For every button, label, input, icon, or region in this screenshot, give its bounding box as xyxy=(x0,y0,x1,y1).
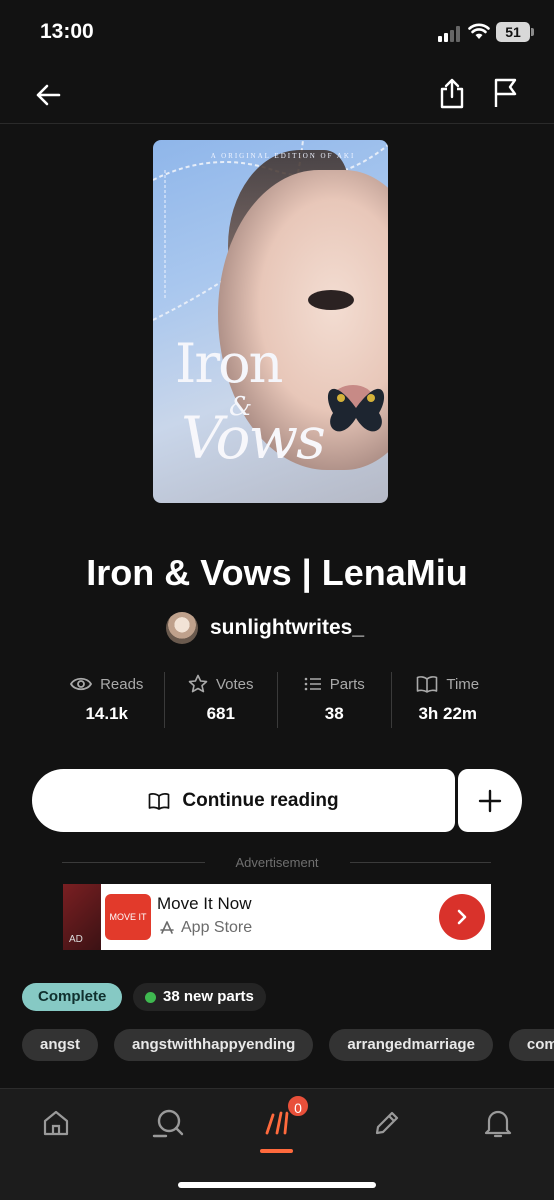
stat-value: 38 xyxy=(324,704,344,723)
status-bar: 13:00 51 xyxy=(0,0,554,66)
advertisement-label: Advertisement xyxy=(235,855,319,870)
cellular-signal-icon xyxy=(438,26,460,42)
cover-title-line1: Iron xyxy=(175,332,283,395)
eye-icon xyxy=(70,677,93,691)
home-indicator[interactable] xyxy=(178,1182,376,1188)
star-icon xyxy=(188,674,208,693)
cover-side-text-decoration xyxy=(164,170,166,300)
bell-icon xyxy=(484,1110,512,1138)
top-navigation xyxy=(0,66,554,124)
plus-icon xyxy=(478,789,502,812)
author-avatar[interactable] xyxy=(166,612,198,644)
ad-store-label: App Store xyxy=(181,919,253,936)
chevron-right-icon xyxy=(457,909,467,925)
new-parts-label: 38 new parts xyxy=(163,988,254,1005)
stat-value: 681 xyxy=(206,704,235,723)
stat-votes: Votes 681 xyxy=(163,672,278,728)
ad-side-image: AD xyxy=(63,884,101,950)
stat-value: 14.1k xyxy=(85,704,129,723)
ad-side-text: AD xyxy=(69,934,83,945)
stat-label: Votes xyxy=(215,675,254,693)
tab-write[interactable] xyxy=(367,1103,407,1143)
stat-label: Time xyxy=(446,675,480,693)
ad-banner[interactable]: AD MOVE IT Move It Now App Store xyxy=(63,884,491,950)
home-icon xyxy=(43,1110,69,1136)
search-icon xyxy=(152,1109,184,1138)
active-tab-indicator xyxy=(260,1149,293,1153)
cover-title-line2: Vows xyxy=(181,404,326,472)
cover-eye xyxy=(308,290,354,310)
battery-indicator: 51 xyxy=(496,22,530,42)
stat-label: Reads xyxy=(100,675,144,693)
story-cover-image[interactable]: A ORIGINAL EDITION OF AKI Iron & Vows xyxy=(153,140,388,503)
status-badge-complete: Complete xyxy=(22,983,123,1011)
story-title: Iron & Vows | LenaMiu xyxy=(86,552,468,593)
tag-chip[interactable]: arrangedmarriage xyxy=(329,1029,493,1061)
continue-reading-label: Continue reading xyxy=(182,789,339,811)
stat-label: Parts xyxy=(329,675,365,693)
report-flag-icon[interactable] xyxy=(488,76,522,110)
butterfly-icon xyxy=(327,388,385,432)
ad-store-row: App Store xyxy=(159,919,252,937)
author-link[interactable]: sunlightwrites_ xyxy=(166,611,364,645)
list-icon xyxy=(304,677,321,691)
cover-top-line: A ORIGINAL EDITION OF AKI xyxy=(210,152,356,160)
ad-app-logo[interactable]: MOVE IT xyxy=(105,894,151,940)
new-parts-badge: 38 new parts xyxy=(133,983,266,1011)
new-parts-dot xyxy=(145,991,156,1003)
tag-chip[interactable]: angstwithhappyending xyxy=(114,1029,314,1061)
library-notification-badge: 0 xyxy=(286,1094,310,1118)
author-name[interactable]: sunlightwrites_ xyxy=(210,616,364,640)
ad-app-title[interactable]: Move It Now xyxy=(157,894,251,914)
tag-list: angst angstwithhappyending arrangedmarri… xyxy=(22,1029,554,1061)
continue-reading-button[interactable]: Continue reading xyxy=(32,769,455,832)
ad-open-button[interactable] xyxy=(439,894,485,940)
tab-notifications[interactable] xyxy=(478,1103,518,1143)
battery-tip xyxy=(531,28,534,36)
add-to-library-button[interactable] xyxy=(458,769,522,832)
tag-chip[interactable]: com xyxy=(508,1029,554,1061)
tab-search[interactable] xyxy=(148,1103,188,1143)
stat-reads: Reads 14.1k xyxy=(50,672,164,728)
app-store-icon xyxy=(160,921,174,934)
stat-time: Time 3h 22m xyxy=(390,672,505,728)
status-time: 13:00 xyxy=(40,20,94,43)
share-icon[interactable] xyxy=(435,76,469,110)
book-icon xyxy=(149,792,170,810)
pencil-icon xyxy=(375,1111,399,1135)
tab-home[interactable] xyxy=(36,1103,76,1143)
wifi-icon xyxy=(468,23,490,39)
tag-chip[interactable]: angst xyxy=(22,1029,99,1061)
stat-value: 3h 22m xyxy=(418,704,478,723)
stat-parts[interactable]: Parts 38 xyxy=(277,672,391,728)
back-arrow-icon[interactable] xyxy=(31,78,65,112)
story-stats: Reads 14.1k Votes 681 Parts 38 Time 3h 2… xyxy=(50,672,504,728)
book-icon xyxy=(417,676,438,693)
